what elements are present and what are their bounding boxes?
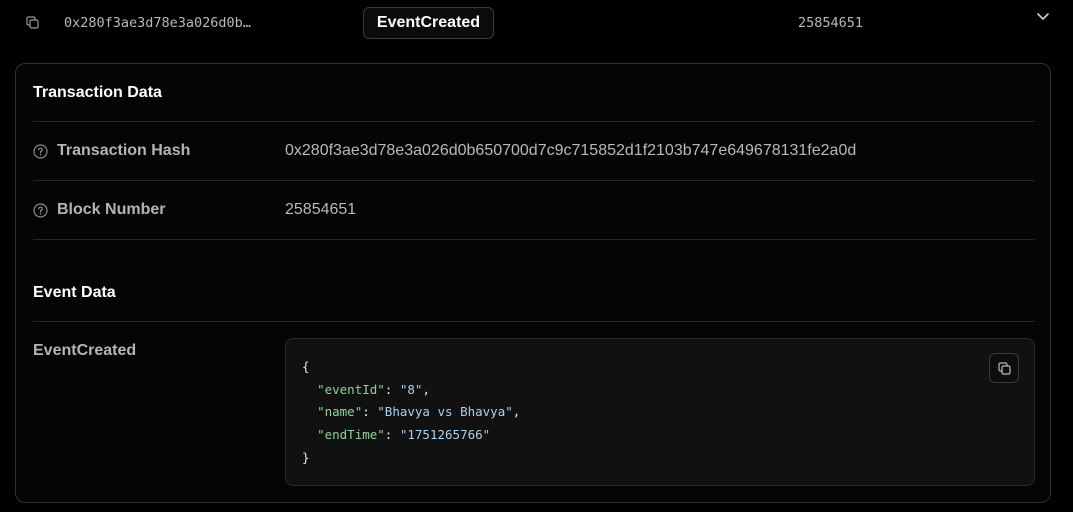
json-open-brace: { (302, 359, 310, 374)
json-close-brace: } (302, 449, 310, 465)
copy-icon (997, 361, 1011, 375)
event-json-code: { "eventId": "8", "name": "Bhavya vs Bha… (302, 359, 521, 465)
event-data-title: Event Data (33, 284, 116, 301)
event-name-label: EventCreated (33, 342, 137, 359)
block-number-short: 25854651 (798, 15, 864, 31)
copy-json-button[interactable] (989, 353, 1019, 383)
divider (33, 121, 1035, 122)
json-value: "1751265766" (399, 427, 491, 443)
event-name-badge: EventCreated (363, 7, 494, 39)
transaction-hash-label-text: Transaction Hash (57, 142, 191, 159)
log-row-header[interactable]: 0x280f3ae3d78e3a026d0b… EventCreated 258… (0, 0, 1073, 46)
help-circle-icon[interactable] (33, 143, 48, 159)
json-value: "8" (399, 381, 423, 397)
json-value: "Bhavya vs Bhavya" (377, 404, 513, 420)
divider (33, 239, 1035, 240)
event-json-box: { "eventId": "8", "name": "Bhavya vs Bha… (285, 338, 1035, 486)
chevron-down-icon[interactable] (1036, 12, 1050, 22)
transaction-hash-label: Transaction Hash (33, 142, 190, 160)
json-key: "endTime" (317, 427, 385, 443)
block-number-label: Block Number (33, 201, 165, 219)
help-circle-icon[interactable] (33, 202, 48, 218)
block-number-value[interactable]: 25854651 (285, 201, 356, 219)
log-details-panel: Transaction Data Transaction Hash 0x280f… (15, 63, 1051, 503)
divider (33, 180, 1035, 181)
copy-icon[interactable] (26, 16, 39, 29)
transaction-hash-value[interactable]: 0x280f3ae3d78e3a026d0b650700d7c9c715852d… (285, 142, 856, 160)
json-key: "name" (317, 404, 363, 420)
transaction-data-title: Transaction Data (33, 84, 162, 101)
tx-hash-short[interactable]: 0x280f3ae3d78e3a026d0b… (64, 15, 251, 31)
divider (33, 321, 1035, 322)
block-number-label-text: Block Number (57, 201, 166, 218)
json-key: "eventId" (317, 381, 385, 397)
